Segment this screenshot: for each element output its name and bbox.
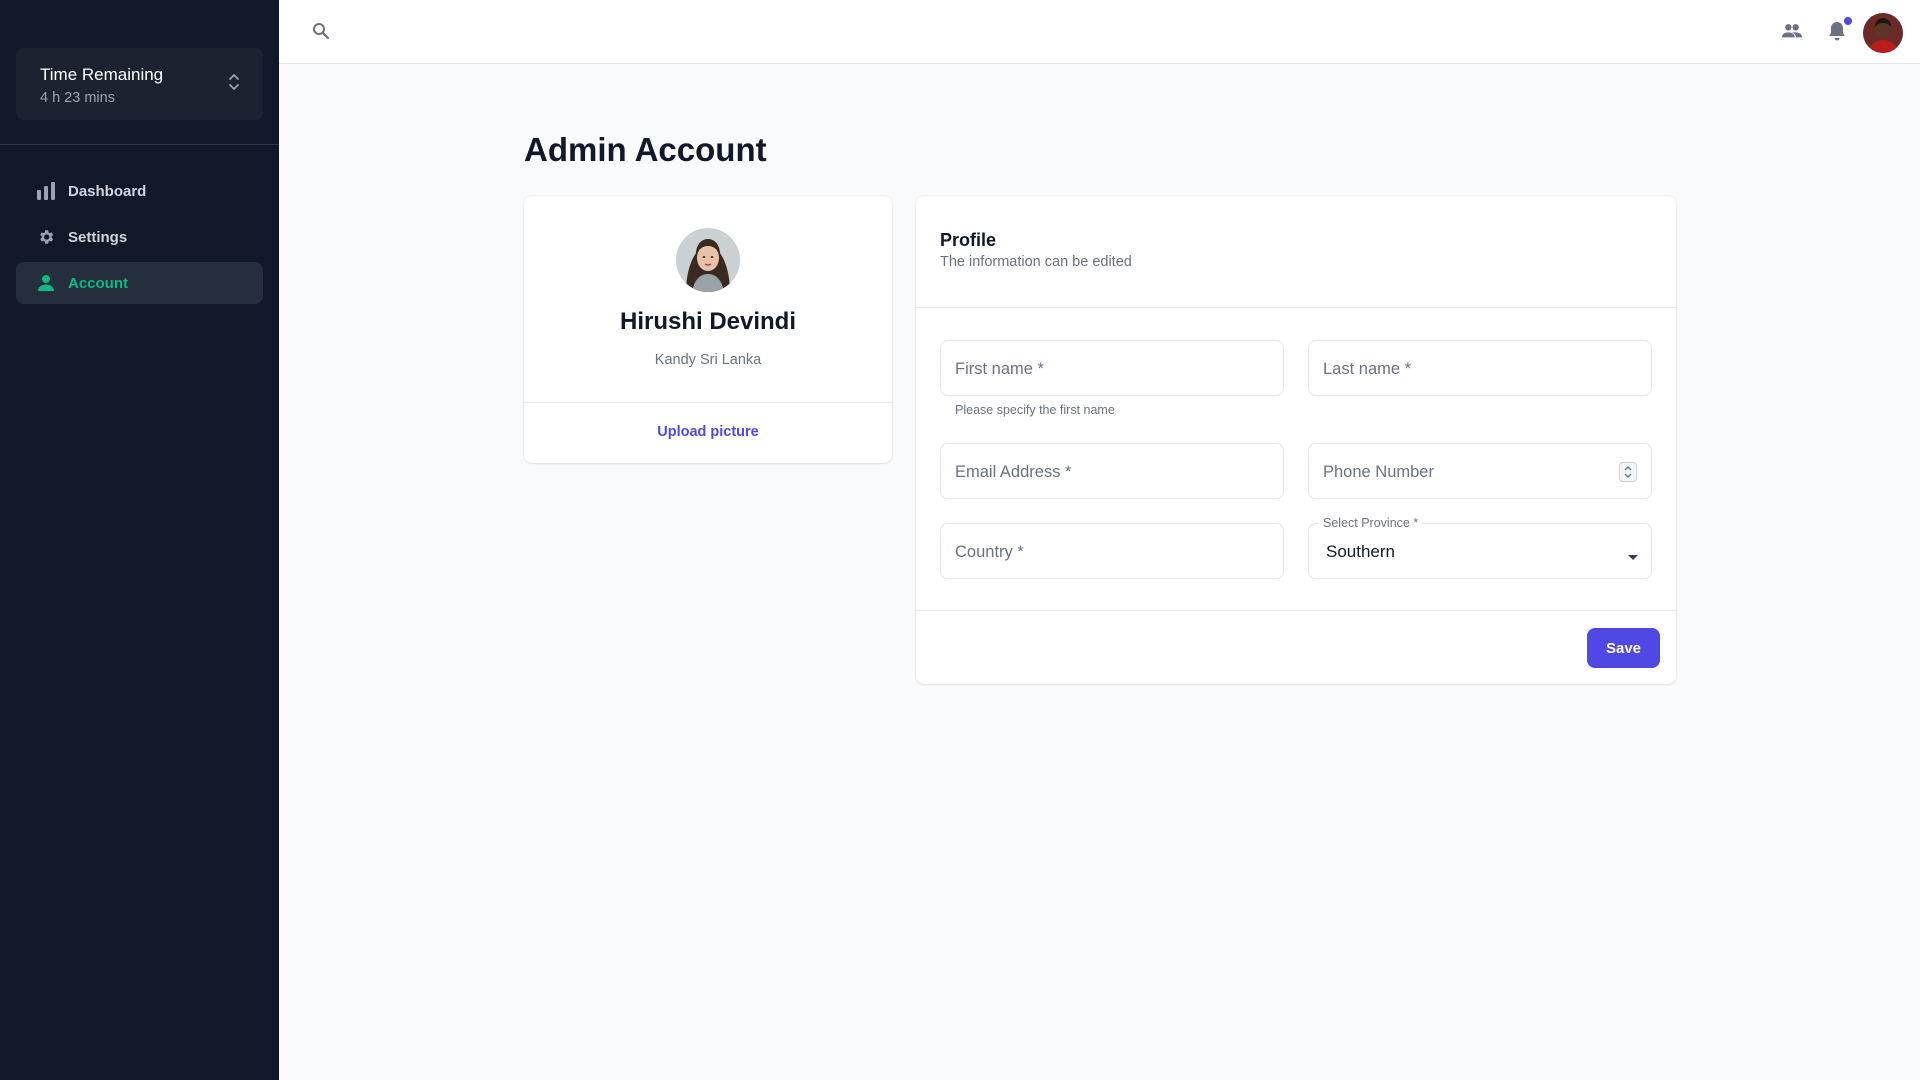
- avatar[interactable]: [1863, 13, 1903, 53]
- last-name-field[interactable]: Last name *: [1308, 340, 1652, 396]
- time-remaining-title: Time Remaining: [40, 65, 164, 84]
- bar-chart-icon: [36, 181, 56, 201]
- bell-icon[interactable]: [1827, 20, 1847, 47]
- search-icon[interactable]: [312, 22, 330, 45]
- chevron-up-down-icon: [227, 71, 241, 98]
- user-icon: [36, 273, 56, 293]
- first-name-placeholder: First name *: [955, 360, 1044, 378]
- card-divider: [916, 307, 1676, 308]
- sidebar-nav: Dashboard Settings Account: [16, 170, 263, 308]
- sidebar-item-label: Account: [68, 274, 128, 292]
- page-title: Admin Account: [524, 131, 767, 168]
- caret-down-icon: [1627, 548, 1639, 566]
- card-divider: [524, 402, 892, 403]
- number-stepper[interactable]: [1619, 462, 1637, 482]
- phone-number-field[interactable]: Phone Number: [1308, 443, 1652, 499]
- sidebar-item-account[interactable]: Account: [16, 262, 263, 304]
- email-field[interactable]: Email Address *: [940, 443, 1284, 499]
- email-placeholder: Email Address *: [955, 463, 1072, 481]
- user-name: Hirushi Devindi: [619, 308, 797, 335]
- phone-number-placeholder: Phone Number: [1323, 463, 1434, 481]
- user-avatar: [676, 228, 740, 292]
- sidebar-item-dashboard[interactable]: Dashboard: [16, 170, 263, 212]
- last-name-placeholder: Last name *: [1323, 360, 1412, 378]
- country-placeholder: Country *: [955, 543, 1024, 561]
- save-button[interactable]: Save: [1587, 628, 1660, 668]
- profile-title: Profile: [940, 230, 997, 250]
- chevron-up-down-icon: [1624, 466, 1632, 478]
- time-remaining-selector[interactable]: Time Remaining 4 h 23 mins: [16, 48, 263, 120]
- profile-subtitle: The information can be edited: [940, 254, 1132, 270]
- province-label: Select Province *: [1319, 516, 1423, 530]
- user-card: Hirushi Devindi Kandy Sri Lanka Upload p…: [524, 196, 892, 463]
- sidebar-divider: [0, 144, 279, 145]
- sidebar-item-settings[interactable]: Settings: [16, 216, 263, 258]
- first-name-helper-text: Please specify the first name: [955, 403, 1115, 417]
- time-remaining-value: 4 h 23 mins: [40, 90, 115, 106]
- gear-icon: [36, 227, 56, 247]
- country-field[interactable]: Country *: [940, 523, 1284, 579]
- card-divider: [916, 610, 1676, 611]
- sidebar-item-label: Dashboard: [68, 182, 147, 200]
- profile-card: Profile The information can be edited Fi…: [916, 196, 1676, 684]
- province-select[interactable]: Select Province * Southern: [1308, 516, 1652, 579]
- notification-badge: [1844, 17, 1852, 25]
- people-icon[interactable]: [1781, 21, 1803, 46]
- user-location: Kandy Sri Lanka: [654, 352, 762, 368]
- province-value: Southern: [1326, 542, 1395, 561]
- top-bar: [279, 0, 1920, 64]
- sidebar-item-label: Settings: [68, 228, 128, 246]
- first-name-field[interactable]: First name * Please specify the first na…: [940, 340, 1284, 417]
- upload-picture-button[interactable]: Upload picture: [638, 414, 778, 450]
- sidebar: Time Remaining 4 h 23 mins Dashboard Set…: [0, 0, 279, 1080]
